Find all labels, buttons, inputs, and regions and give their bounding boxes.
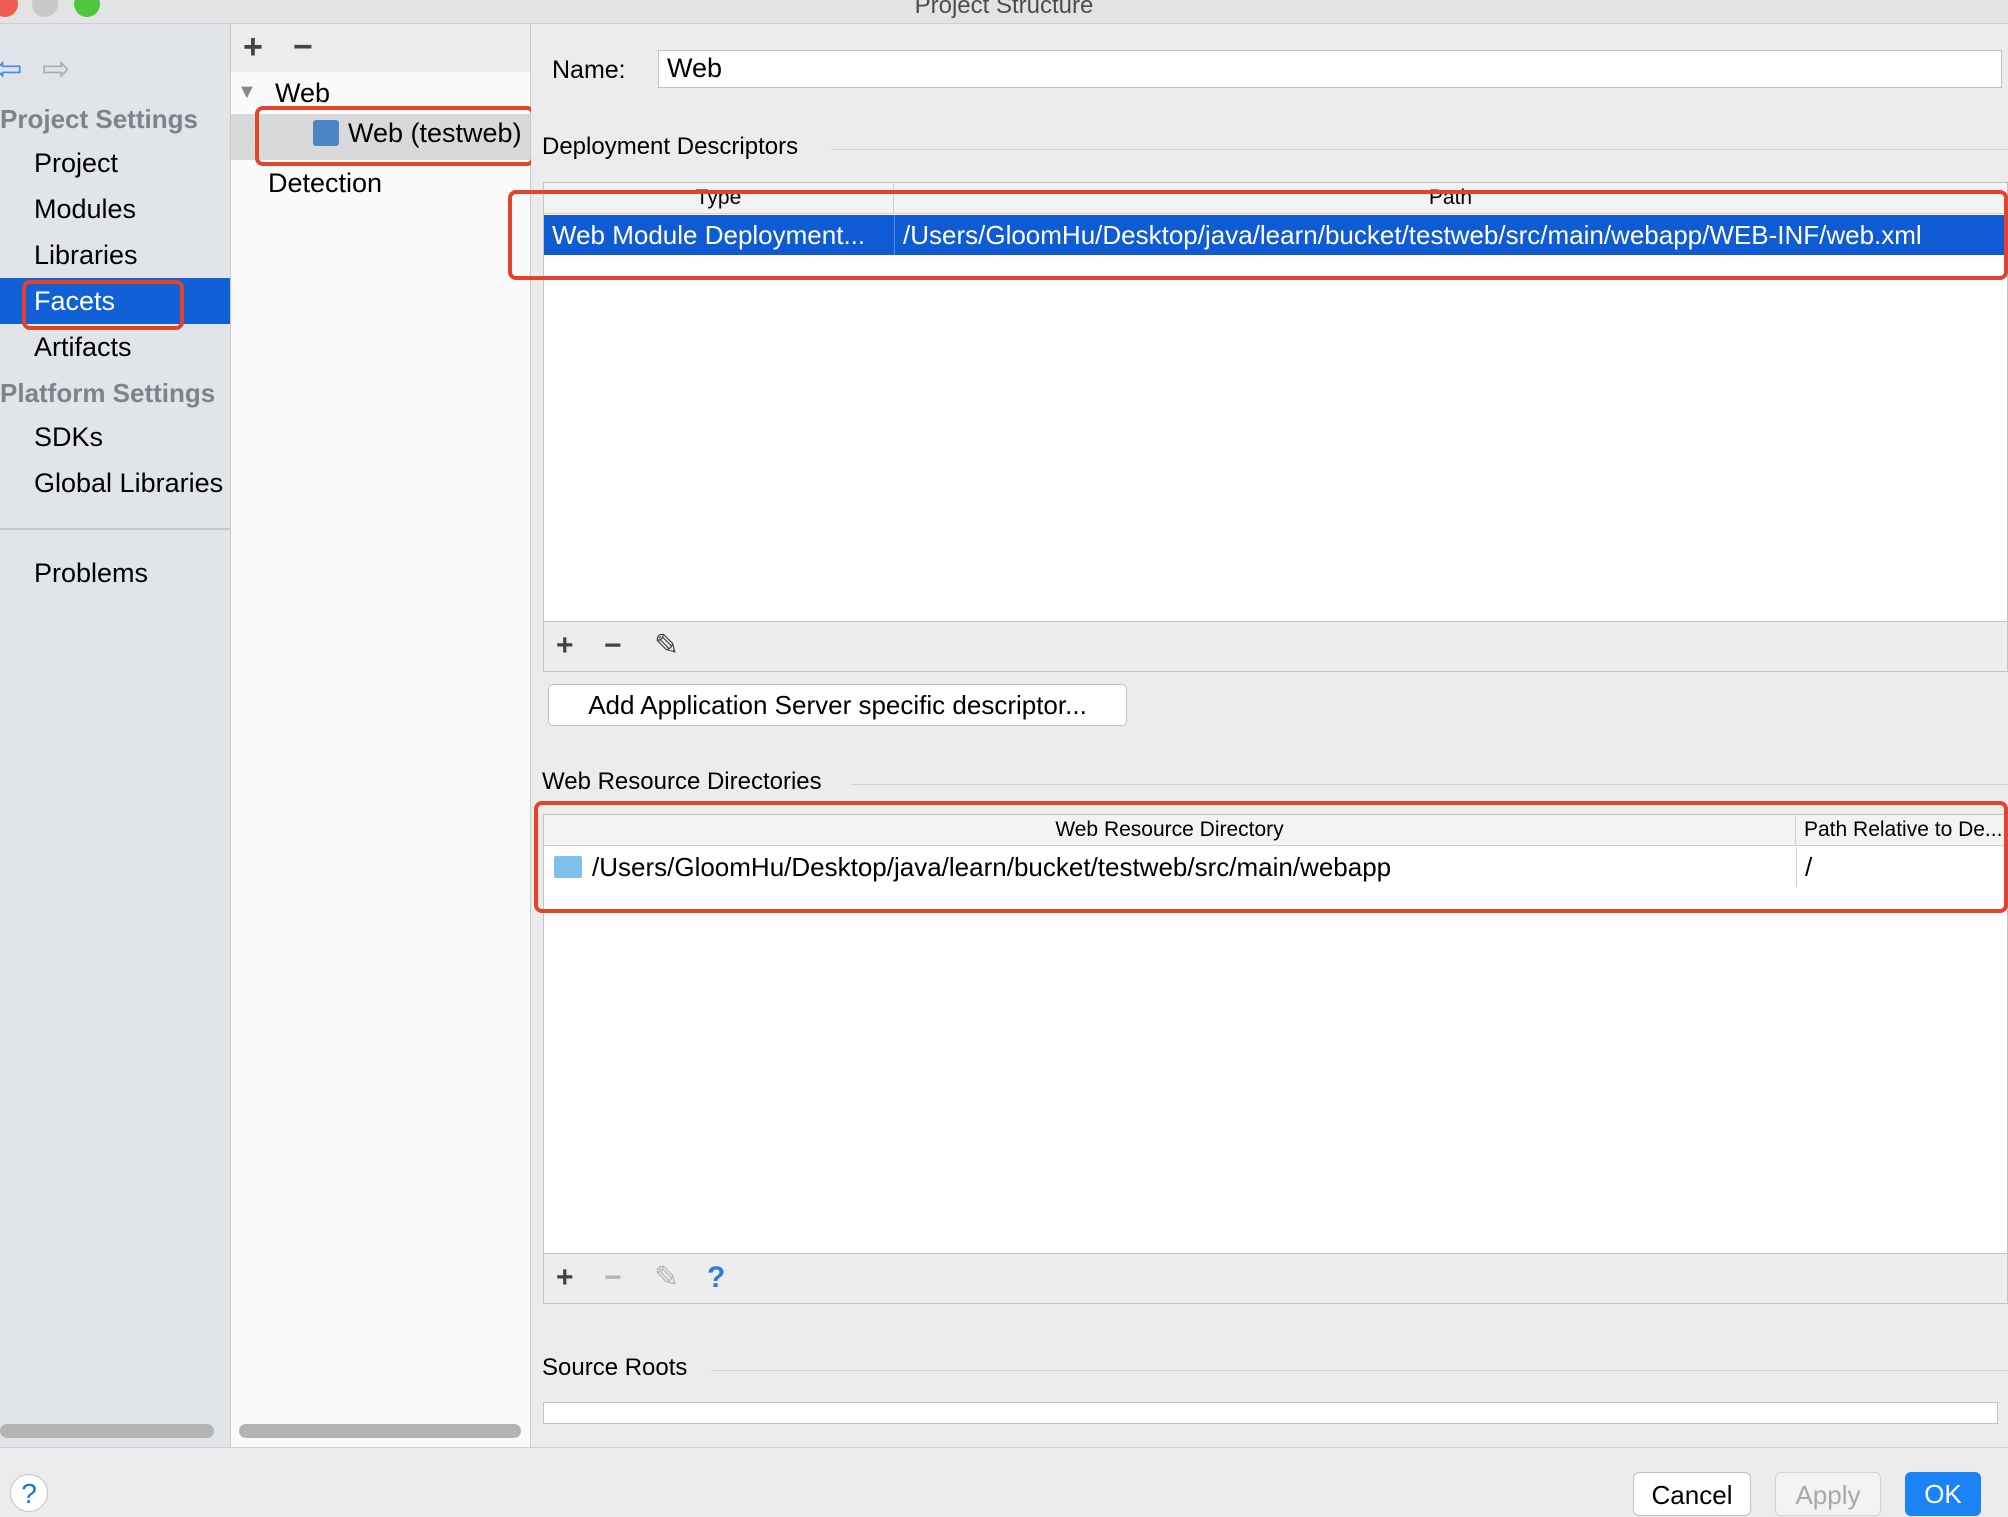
sidebar-item-sdks[interactable]: SDKs: [0, 414, 230, 460]
column-path-relative[interactable]: Path Relative to De...: [1796, 815, 2007, 845]
web-resource-directories-title: Web Resource Directories: [542, 768, 822, 795]
add-server-descriptor-button[interactable]: Add Application Server specific descript…: [548, 684, 1127, 726]
help-question-icon[interactable]: ?: [707, 1260, 725, 1296]
table-row[interactable]: Web Module Deployment... /Users/GloomHu/…: [544, 215, 2007, 255]
apply-button[interactable]: Apply: [1775, 1472, 1881, 1516]
add-descriptor-button[interactable]: +: [556, 628, 574, 664]
project-settings-heading: Project Settings: [0, 104, 198, 134]
section-divider: [711, 1370, 2008, 1371]
sidebar-item-global-libraries[interactable]: Global Libraries: [0, 460, 230, 506]
remove-facet-button[interactable]: −: [293, 30, 313, 64]
tree-group-web[interactable]: Web: [275, 78, 330, 109]
name-field[interactable]: Web: [658, 50, 2002, 88]
window-title: Project Structure: [914, 0, 1094, 19]
column-path[interactable]: Path: [894, 183, 2007, 213]
section-divider: [831, 149, 2008, 150]
resources-table-header: Web Resource Directory Path Relative to …: [544, 815, 2007, 846]
web-facet-icon: [313, 120, 339, 146]
resource-directory-cell: /Users/GloomHu/Desktop/java/learn/bucket…: [592, 852, 1392, 882]
edit-pencil-icon[interactable]: ✎: [654, 1260, 679, 1296]
path-relative-cell: /: [1796, 847, 2007, 887]
sidebar-divider: [0, 528, 230, 530]
add-facet-button[interactable]: +: [243, 30, 263, 64]
sidebar-horizontal-scrollbar[interactable]: [0, 1424, 214, 1438]
tree-horizontal-scrollbar[interactable]: [239, 1424, 521, 1438]
back-arrow-icon[interactable]: ⇦: [0, 52, 23, 86]
deployment-table-header: Type Path: [544, 183, 2007, 214]
descriptor-type-cell: Web Module Deployment...: [552, 220, 866, 250]
facet-tree-panel: + − ▼ Web Web (testweb) Detection: [231, 24, 531, 1447]
descriptor-path-cell: /Users/GloomHu/Desktop/java/learn/bucket…: [894, 215, 2007, 255]
sidebar-item-modules[interactable]: Modules: [0, 186, 230, 232]
cancel-button[interactable]: Cancel: [1633, 1472, 1751, 1516]
deployment-table-toolbar: + − ✎: [543, 622, 2008, 672]
settings-sidebar: ⇦ ⇨ Project Settings Project Modules Lib…: [0, 24, 231, 1447]
remove-descriptor-button[interactable]: −: [604, 628, 622, 664]
column-web-resource-directory[interactable]: Web Resource Directory: [544, 815, 1796, 845]
remove-resource-button[interactable]: −: [604, 1260, 622, 1296]
web-resource-directories-table: Web Resource Directory Path Relative to …: [543, 814, 2008, 1254]
title-bar: Project Structure: [0, 0, 2008, 24]
name-label: Name:: [552, 56, 626, 84]
edit-pencil-icon[interactable]: ✎: [654, 628, 679, 664]
expand-triangle-icon[interactable]: ▼: [237, 81, 257, 104]
dialog-footer: ? Cancel Apply OK: [0, 1447, 2008, 1516]
source-roots-list[interactable]: [543, 1402, 1998, 1424]
help-button[interactable]: ?: [10, 1474, 48, 1512]
table-row[interactable]: /Users/GloomHu/Desktop/java/learn/bucket…: [544, 847, 2007, 887]
source-roots-title: Source Roots: [542, 1354, 688, 1381]
platform-settings-heading: Platform Settings: [0, 378, 216, 408]
sidebar-item-libraries[interactable]: Libraries: [0, 232, 230, 278]
sidebar-item-project[interactable]: Project: [0, 140, 230, 186]
deployment-descriptors-title: Deployment Descriptors: [542, 133, 799, 160]
sidebar-item-artifacts[interactable]: Artifacts: [0, 324, 230, 370]
sidebar-item-facets[interactable]: Facets: [0, 278, 230, 324]
folder-icon: [554, 856, 582, 878]
forward-arrow-icon[interactable]: ⇨: [42, 52, 71, 86]
deployment-descriptors-table: Type Path Web Module Deployment... /User…: [543, 182, 2008, 622]
ok-button[interactable]: OK: [1905, 1472, 1981, 1516]
add-resource-button[interactable]: +: [556, 1260, 574, 1296]
section-divider: [851, 784, 2008, 785]
sidebar-item-problems[interactable]: Problems: [0, 550, 230, 596]
tree-toolbar: + −: [231, 24, 530, 72]
tree-item-web-testweb[interactable]: Web (testweb): [348, 118, 522, 149]
tree-item-detection[interactable]: Detection: [268, 168, 382, 199]
facet-settings-panel: Name: Web Deployment Descriptors Type Pa…: [531, 24, 2008, 1447]
resources-table-toolbar: + − ✎ ?: [543, 1254, 2008, 1304]
column-type[interactable]: Type: [544, 183, 894, 213]
